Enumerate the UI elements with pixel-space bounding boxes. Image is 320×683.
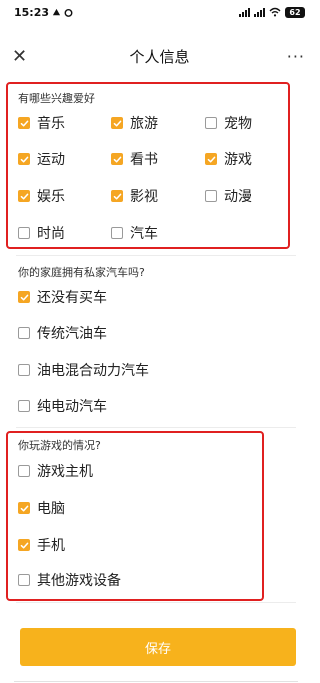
wifi-icon [269, 7, 281, 17]
status-time-text: 15:23 [14, 5, 50, 19]
divider [16, 255, 296, 256]
bottom-divider [14, 681, 298, 682]
highlight-box-gaming [6, 431, 264, 601]
save-button[interactable]: 保存 [20, 628, 296, 666]
signal-icon-2 [254, 7, 265, 17]
car-title: 你的家庭拥有私家汽车吗? [18, 266, 145, 279]
checkbox-unchecked[interactable] [18, 400, 30, 412]
status-icons: 62 [239, 6, 305, 18]
option-electric-car[interactable]: 纯电动汽车 [18, 396, 107, 416]
checkbox-checked[interactable] [18, 291, 30, 303]
notification-icon [52, 8, 61, 15]
option-hybrid-car[interactable]: 油电混合动力汽车 [18, 360, 149, 380]
divider [16, 427, 296, 428]
divider [16, 602, 296, 603]
status-time: 15:23 [14, 6, 73, 19]
option-label: 油电混合动力汽车 [37, 363, 149, 379]
close-icon[interactable]: ✕ [12, 46, 27, 67]
option-label: 纯电动汽车 [37, 399, 107, 415]
nav-bar: ✕ 个人信息 ··· [0, 36, 319, 76]
page-title: 个人信息 [129, 47, 190, 66]
highlight-box-hobbies [6, 82, 290, 249]
option-label: 还没有买车 [37, 290, 107, 306]
option-label: 传统汽油车 [37, 326, 107, 342]
checkbox-unchecked[interactable] [18, 364, 30, 376]
option-gasoline-car[interactable]: 传统汽油车 [18, 323, 107, 343]
more-icon[interactable]: ··· [287, 47, 305, 66]
battery-icon: 62 [285, 6, 305, 18]
alarm-icon [64, 8, 73, 17]
status-bar: 15:23 62 [0, 0, 319, 24]
checkbox-unchecked[interactable] [18, 327, 30, 339]
option-no-car[interactable]: 还没有买车 [18, 287, 107, 307]
signal-icon [239, 7, 250, 17]
